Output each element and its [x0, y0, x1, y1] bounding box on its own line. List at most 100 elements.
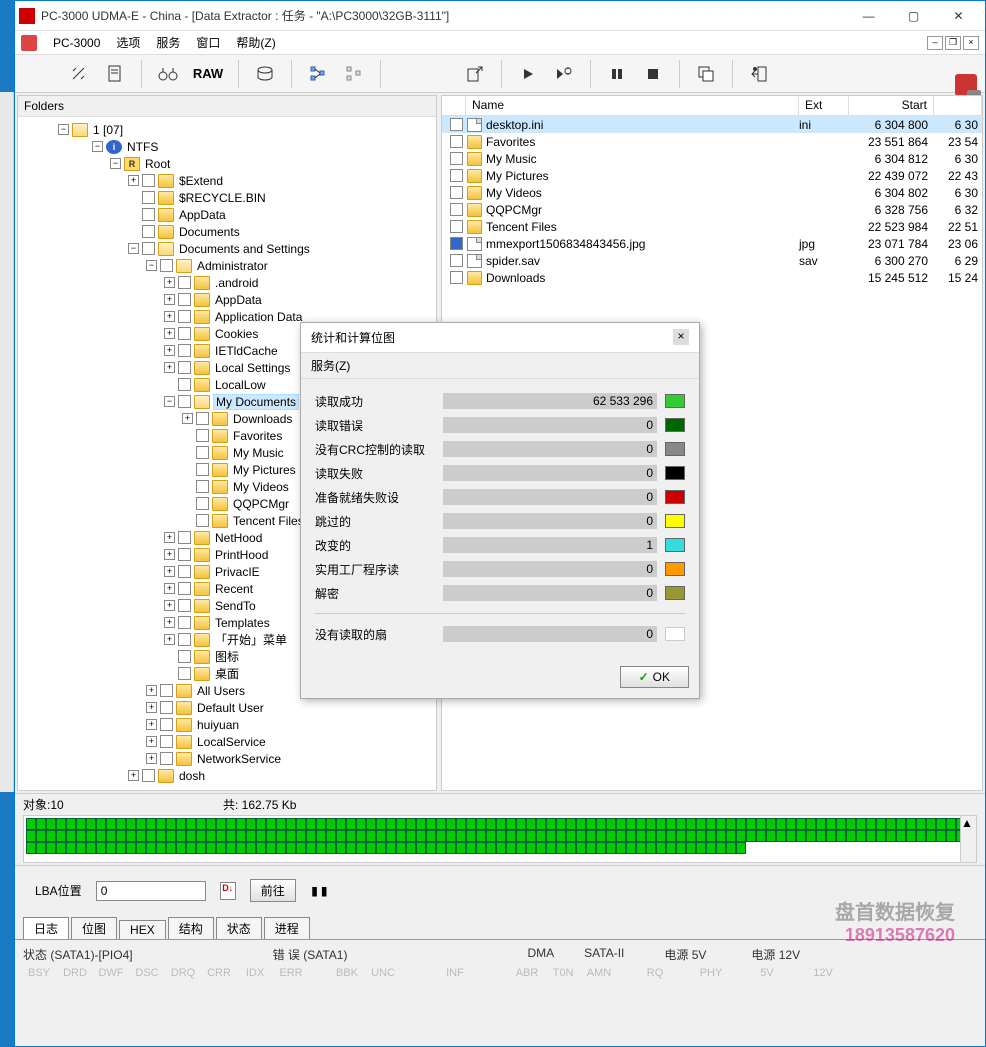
tab-HEX[interactable]: HEX — [119, 920, 166, 939]
tree-checkbox[interactable] — [178, 565, 191, 578]
menu-window[interactable]: 窗口 — [190, 32, 226, 53]
tree-checkbox[interactable] — [178, 599, 191, 612]
tree-checkbox[interactable] — [178, 582, 191, 595]
tree-node[interactable]: Documents — [18, 223, 436, 240]
close-button[interactable]: ✕ — [936, 2, 981, 30]
tree-root-label[interactable]: 1 [07] — [91, 123, 125, 137]
lba-input[interactable] — [96, 881, 206, 901]
minimize-button[interactable]: — — [846, 2, 891, 30]
tree-checkbox[interactable] — [196, 446, 209, 459]
pause-icon[interactable] — [603, 60, 631, 88]
tab-日志[interactable]: 日志 — [23, 917, 69, 939]
exit-icon[interactable] — [745, 60, 773, 88]
tree-label[interactable]: Local Settings — [213, 361, 292, 375]
tree-label[interactable]: My Music — [231, 446, 286, 460]
tree-expander[interactable]: + — [164, 617, 175, 628]
tree-checkbox[interactable] — [178, 327, 191, 340]
tree-label[interactable]: .android — [213, 276, 260, 290]
tree-label[interactable]: 桌面 — [213, 665, 241, 682]
mdi-close[interactable]: × — [963, 36, 979, 50]
tree-label[interactable]: All Users — [195, 684, 247, 698]
row-checkbox[interactable] — [450, 186, 463, 199]
tree-checkbox[interactable] — [178, 378, 191, 391]
tree-checkbox[interactable] — [160, 259, 173, 272]
menu-app[interactable]: PC-3000 — [47, 34, 106, 52]
tree-label[interactable]: My Pictures — [231, 463, 298, 477]
tree-checkbox[interactable] — [196, 429, 209, 442]
tree-checkbox[interactable] — [142, 769, 155, 782]
tree-checkbox[interactable] — [160, 684, 173, 697]
tree-checkbox[interactable] — [160, 752, 173, 765]
binoculars-icon[interactable] — [154, 60, 182, 88]
play-icon[interactable] — [514, 60, 542, 88]
row-checkbox[interactable] — [450, 220, 463, 233]
tree-expander[interactable]: + — [146, 702, 157, 713]
tree-label[interactable]: Templates — [213, 616, 272, 630]
sectormap-scrollbar[interactable]: ▲ — [960, 816, 976, 862]
tree-checkbox[interactable] — [178, 667, 191, 680]
list-row[interactable]: My Music6 304 8126 30 — [442, 150, 982, 167]
tree-label[interactable]: Administrator — [195, 259, 270, 273]
row-checkbox[interactable] — [450, 254, 463, 267]
list-row[interactable]: My Videos6 304 8026 30 — [442, 184, 982, 201]
tree-label[interactable]: Default User — [195, 701, 266, 715]
tree-checkbox[interactable] — [178, 616, 191, 629]
tree-node[interactable]: −RRoot — [18, 155, 436, 172]
stop-icon[interactable] — [639, 60, 667, 88]
tree-label[interactable]: LocalLow — [213, 378, 268, 392]
tree-node[interactable]: +dosh — [18, 767, 436, 784]
tree-expander[interactable]: + — [164, 294, 175, 305]
tree-label[interactable]: My Documents — [213, 394, 299, 410]
tree-label[interactable]: AppData — [177, 208, 228, 222]
tree-label[interactable]: Favorites — [231, 429, 284, 443]
tree-label[interactable]: QQPCMgr — [231, 497, 291, 511]
menu-help[interactable]: 帮助(Z) — [230, 32, 281, 53]
copy-icon[interactable] — [692, 60, 720, 88]
tree-expander[interactable]: + — [146, 719, 157, 730]
tree-node[interactable]: + LocalService — [18, 733, 436, 750]
tree-label[interactable]: Documents — [177, 225, 242, 239]
lba-pause-icon[interactable]: ▮▮ — [310, 881, 329, 900]
tree-label[interactable]: Documents and Settings — [177, 242, 312, 256]
tree-checkbox[interactable] — [196, 514, 209, 527]
tree-node[interactable]: − Documents and Settings — [18, 240, 436, 257]
tree-checkbox[interactable] — [178, 548, 191, 561]
tree-expander[interactable]: − — [92, 141, 103, 152]
tree-expander[interactable]: + — [164, 345, 175, 356]
col-name[interactable]: Name — [466, 96, 799, 115]
play-settings-icon[interactable] — [550, 60, 578, 88]
ok-button[interactable]: ✓OK — [620, 666, 689, 688]
tree-expander[interactable]: + — [164, 277, 175, 288]
list-row[interactable]: My Pictures22 439 07222 43 — [442, 167, 982, 184]
tree-label[interactable]: Downloads — [231, 412, 294, 426]
tree-expander[interactable]: − — [128, 243, 139, 254]
tree-label[interactable]: 「开始」菜单 — [213, 631, 289, 648]
list-row[interactable]: spider.savsav6 300 2706 29 — [442, 252, 982, 269]
tree-checkbox[interactable] — [178, 293, 191, 306]
tree-expander[interactable]: + — [128, 770, 139, 781]
tree-checkbox[interactable] — [196, 480, 209, 493]
sector-map[interactable]: ▲ — [23, 815, 977, 863]
tree-checkbox[interactable] — [196, 412, 209, 425]
row-checkbox[interactable] — [450, 271, 463, 284]
list-row[interactable]: Tencent Files22 523 98422 51 — [442, 218, 982, 235]
menu-options[interactable]: 选项 — [110, 32, 146, 53]
tree-node[interactable]: +$Extend — [18, 172, 436, 189]
tree-label[interactable]: PrivacIE — [213, 565, 262, 579]
row-checkbox[interactable] — [450, 169, 463, 182]
tree-label[interactable]: LocalService — [195, 735, 268, 749]
row-checkbox[interactable] — [450, 118, 463, 131]
tab-结构[interactable]: 结构 — [168, 917, 214, 939]
col-end[interactable] — [934, 96, 982, 115]
list-row[interactable]: Favorites23 551 86423 54 — [442, 133, 982, 150]
tree-checkbox[interactable] — [160, 701, 173, 714]
lba-mode-button[interactable]: D↓ — [220, 882, 236, 900]
tree-expander[interactable]: + — [164, 634, 175, 645]
tree-label[interactable]: PrintHood — [213, 548, 270, 562]
tree-expander[interactable]: − — [110, 158, 121, 169]
tree-label[interactable]: Recent — [213, 582, 255, 596]
tree-expander[interactable]: + — [164, 328, 175, 339]
tree-expander[interactable]: + — [146, 736, 157, 747]
tree-expander[interactable]: + — [164, 532, 175, 543]
tree-expander[interactable]: + — [182, 413, 193, 424]
